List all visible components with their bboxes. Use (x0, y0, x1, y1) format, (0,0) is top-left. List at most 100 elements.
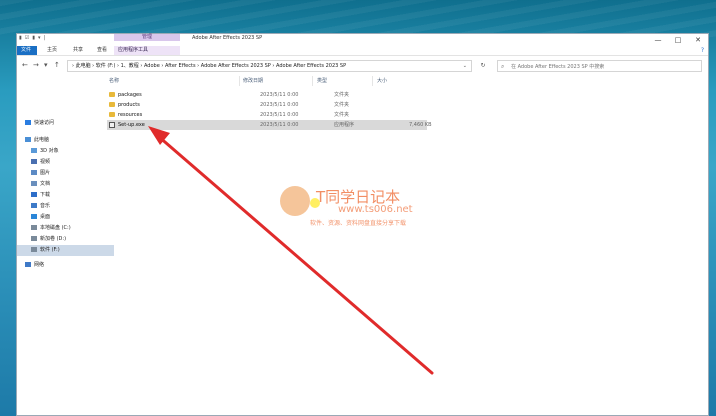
sidebar-item-label: 网络 (34, 262, 45, 268)
file-type: 文件夹 (334, 102, 350, 108)
tab-file[interactable]: 文件 (17, 46, 37, 55)
refresh-icon[interactable]: ↻ (477, 60, 489, 72)
table-row[interactable]: products 2023/5/11 0:00 文件夹 (107, 100, 427, 110)
chevron-down-icon[interactable]: ⌄ (463, 61, 467, 72)
picture-icon (31, 170, 37, 175)
column-header-modified[interactable]: 修改日期 (243, 76, 263, 86)
file-name: products (109, 100, 140, 110)
sidebar-item-label: 桌面 (40, 214, 51, 220)
file-type: 文件夹 (334, 112, 350, 118)
folder-icon (109, 112, 115, 117)
search-input[interactable] (511, 62, 691, 71)
sidebar-item-label: 下载 (40, 192, 51, 198)
sidebar-item-label: 图片 (40, 170, 51, 176)
sidebar-item-label: 3D 对象 (40, 148, 59, 154)
separator-icon: | (43, 35, 46, 41)
sidebar-item-label: 文档 (40, 181, 51, 187)
sidebar-item[interactable]: 3D 对象 (17, 146, 114, 157)
sidebar-item[interactable]: 音乐 (17, 201, 114, 212)
file-type: 应用程序 (334, 122, 355, 128)
quick-access-toolbar: ▮ ☑ ▮ ▾ | (19, 35, 45, 41)
help-icon[interactable]: ? (701, 47, 704, 54)
table-row[interactable]: Set-up.exe 2023/5/11 0:00 应用程序 7,460 KB (107, 120, 432, 130)
maximize-button[interactable]: □ (668, 34, 688, 46)
file-name: resources (109, 110, 142, 120)
recent-chevron-icon[interactable]: ▾ (44, 61, 48, 69)
file-name: packages (109, 90, 142, 100)
cursor-highlight (310, 198, 320, 208)
column-header-name[interactable]: 名称 (109, 76, 119, 86)
watermark: T同学日记本 www.ts006.net 软件、资源、资料网盘直接分享下载 (280, 186, 440, 234)
sidebar-item[interactable]: 视频 (17, 157, 114, 168)
sidebar-item[interactable]: 下载 (17, 190, 114, 201)
file-modified: 2023/5/11 0:00 (260, 122, 299, 128)
column-divider[interactable] (372, 76, 373, 86)
sidebar-item[interactable]: 此电脑 (17, 135, 108, 146)
sidebar-item[interactable]: 快速访问 (17, 118, 108, 129)
column-divider[interactable] (239, 76, 240, 86)
sidebar-item-label: 本地磁盘 (C:) (40, 225, 71, 231)
search-box[interactable]: ⌕ (497, 60, 702, 72)
file-modified: 2023/5/11 0:00 (260, 102, 299, 108)
watermark-subtitle: 软件、资源、资料网盘直接分享下载 (310, 220, 407, 227)
breadcrumb[interactable]: › 此电脑 › 软件 (F:) › 1、教程 › Adobe › After E… (72, 61, 346, 72)
download-icon (31, 192, 37, 197)
drive-icon (31, 225, 37, 230)
computer-icon (25, 137, 31, 142)
table-row[interactable]: resources 2023/5/11 0:00 文件夹 (107, 110, 427, 120)
file-name-label: resources (118, 112, 143, 118)
table-row[interactable]: packages 2023/5/11 0:00 文件夹 (107, 90, 427, 100)
file-modified: 2023/5/11 0:00 (260, 112, 299, 118)
file-type: 文件夹 (334, 92, 350, 98)
drive-icon (31, 236, 37, 241)
address-bar[interactable]: › 此电脑 › 软件 (F:) › 1、教程 › Adobe › After E… (67, 60, 472, 72)
sidebar-item[interactable]: 桌面 (17, 212, 114, 223)
up-icon[interactable]: ↑ (54, 61, 60, 69)
sidebar-item[interactable]: 软件 (F:) (17, 245, 114, 256)
back-icon[interactable]: ← (22, 61, 28, 69)
address-row: ← → ▾ ↑ › 此电脑 › 软件 (F:) › 1、教程 › Adobe ›… (17, 56, 708, 76)
folder-icon[interactable]: ▮ (32, 35, 35, 41)
sidebar-item-label: 软件 (F:) (40, 247, 60, 253)
chevron-down-icon[interactable]: ▾ (38, 35, 41, 41)
desktop-icon (31, 214, 37, 219)
application-icon (109, 121, 115, 128)
column-header-type[interactable]: 类型 (317, 76, 327, 86)
column-header-size[interactable]: 大小 (377, 76, 387, 86)
column-divider[interactable] (312, 76, 313, 86)
tab-home[interactable]: 主页 (43, 46, 61, 55)
sidebar-item-label: 快速访问 (34, 120, 55, 126)
cube-icon (31, 148, 37, 153)
video-icon (31, 159, 37, 164)
tab-share[interactable]: 共享 (69, 46, 87, 55)
sidebar-item-label: 新加卷 (D:) (40, 236, 67, 242)
file-name-label: packages (118, 92, 142, 98)
folder-icon (109, 102, 115, 107)
sidebar-item-label: 视频 (40, 159, 51, 165)
music-icon (31, 203, 37, 208)
dog-logo-icon (280, 186, 310, 216)
close-button[interactable]: ✕ (688, 34, 708, 46)
context-tab-manage[interactable]: 管理 (114, 34, 180, 41)
ribbon-tabs: 文件 主页 共享 查看 应用程序工具 (17, 46, 708, 56)
tab-view[interactable]: 查看 (93, 46, 111, 55)
checkbox-icon[interactable]: ☑ (25, 35, 29, 41)
star-icon (25, 120, 31, 125)
minimize-button[interactable]: — (648, 34, 668, 46)
sidebar-item[interactable]: 网络 (17, 260, 108, 271)
sidebar-item[interactable]: 文档 (17, 179, 114, 190)
search-icon: ⌕ (501, 63, 505, 70)
file-list: 名称 修改日期 类型 大小 packages 2023/5/11 0:00 文件夹 p… (107, 76, 707, 406)
forward-icon[interactable]: → (33, 61, 39, 69)
sidebar-item[interactable]: 图片 (17, 168, 114, 179)
folder-icon[interactable]: ▮ (19, 35, 22, 41)
file-size: 7,460 KB (409, 122, 432, 128)
sidebar-item[interactable]: 本地磁盘 (C:) (17, 223, 114, 234)
sidebar-item-label: 音乐 (40, 203, 51, 209)
network-icon (25, 262, 31, 267)
sidebar-item-label: 此电脑 (34, 137, 50, 143)
tab-application-tools[interactable]: 应用程序工具 (114, 46, 180, 55)
watermark-url: www.ts006.net (338, 204, 413, 215)
navigation-pane: 快速访问此电脑 3D 对象视频图片文档下载音乐桌面本地磁盘 (C:) 新加卷 (D:… (17, 80, 114, 410)
sidebar-item[interactable]: 新加卷 (D:) (17, 234, 114, 245)
